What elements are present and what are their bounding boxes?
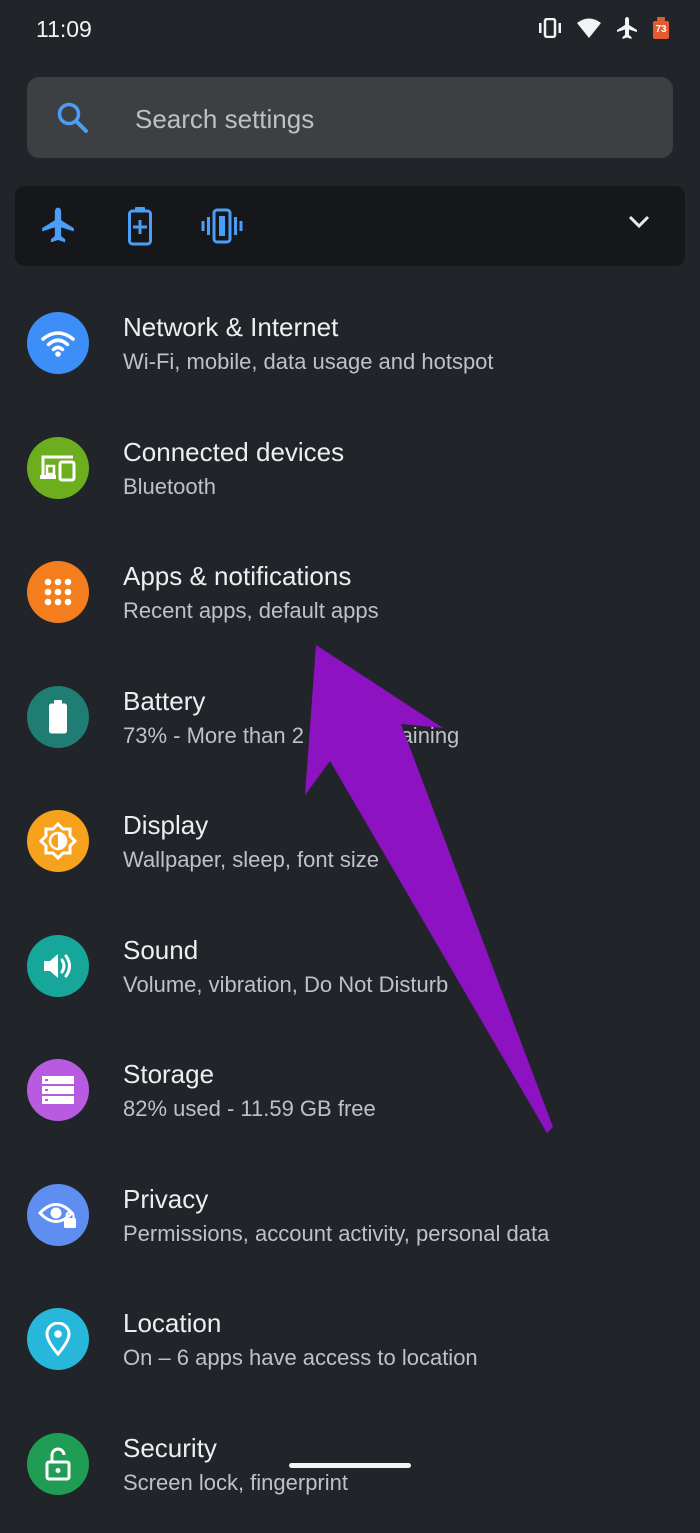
setting-title: Battery (123, 686, 205, 717)
vibrate-icon[interactable] (201, 206, 243, 251)
setting-title: Connected devices (123, 437, 344, 468)
setting-subtitle: Permissions, account activity, personal … (123, 1221, 549, 1247)
setting-subtitle: 73% - More than 2 days remaining (123, 723, 459, 749)
setting-title: Storage (123, 1059, 214, 1090)
battery-saver-icon[interactable] (127, 206, 153, 251)
setting-apps-notifications[interactable]: Apps & notifications Recent apps, defaul… (0, 537, 700, 662)
nav-gesture-handle[interactable] (289, 1463, 411, 1468)
setting-location[interactable]: Location On – 6 apps have access to loca… (0, 1284, 700, 1409)
setting-title: Security (123, 1433, 217, 1464)
storage-icon (27, 1059, 89, 1121)
setting-title: Location (123, 1308, 221, 1339)
setting-privacy[interactable]: Privacy Permissions, account activity, p… (0, 1160, 700, 1285)
battery-status-level: 73 (653, 21, 669, 39)
search-bar[interactable] (27, 77, 673, 158)
setting-title: Apps & notifications (123, 561, 351, 592)
apps-grid-icon (27, 561, 89, 623)
battery-icon (27, 686, 89, 748)
brightness-icon (27, 810, 89, 872)
setting-subtitle: Bluetooth (123, 474, 216, 500)
location-pin-icon (27, 1308, 89, 1370)
wifi-status-icon (576, 17, 602, 39)
search-input[interactable] (133, 97, 637, 141)
chevron-down-icon[interactable] (627, 214, 651, 235)
setting-display[interactable]: Display Wallpaper, sleep, font size (0, 786, 700, 911)
setting-network-internet[interactable]: Network & Internet Wi-Fi, mobile, data u… (0, 288, 700, 413)
setting-title: Display (123, 810, 208, 841)
condition-bar[interactable] (15, 186, 685, 266)
setting-connected-devices[interactable]: Connected devices Bluetooth (0, 413, 700, 538)
setting-storage[interactable]: Storage 82% used - 11.59 GB free (0, 1035, 700, 1160)
search-icon (56, 101, 90, 140)
setting-subtitle: Volume, vibration, Do Not Disturb (123, 972, 448, 998)
setting-subtitle: Wi-Fi, mobile, data usage and hotspot (123, 349, 494, 375)
setting-sound[interactable]: Sound Volume, vibration, Do Not Disturb (0, 911, 700, 1036)
setting-title: Network & Internet (123, 312, 338, 343)
setting-subtitle: 82% used - 11.59 GB free (123, 1096, 376, 1122)
setting-subtitle: Recent apps, default apps (123, 598, 379, 624)
wifi-icon (27, 312, 89, 374)
setting-subtitle: Screen lock, fingerprint (123, 1470, 348, 1496)
setting-battery[interactable]: Battery 73% - More than 2 days remaining (0, 662, 700, 787)
setting-subtitle: On – 6 apps have access to location (123, 1345, 478, 1371)
battery-status-icon: 73 (652, 15, 670, 41)
status-bar: 11:09 73 (0, 0, 700, 60)
setting-subtitle: Wallpaper, sleep, font size (123, 847, 379, 873)
lock-open-icon (27, 1433, 89, 1495)
devices-icon (27, 437, 89, 499)
status-time: 11:09 (36, 16, 92, 43)
settings-list: Network & Internet Wi-Fi, mobile, data u… (0, 288, 700, 1533)
airplane-icon[interactable] (40, 206, 76, 249)
airplane-status-icon (616, 16, 638, 40)
setting-security[interactable]: Security Screen lock, fingerprint (0, 1409, 700, 1533)
status-icons: 73 (538, 15, 670, 41)
privacy-eye-icon (27, 1184, 89, 1246)
volume-icon (27, 935, 89, 997)
setting-title: Sound (123, 935, 198, 966)
vibrate-status-icon (538, 18, 562, 38)
setting-title: Privacy (123, 1184, 208, 1215)
